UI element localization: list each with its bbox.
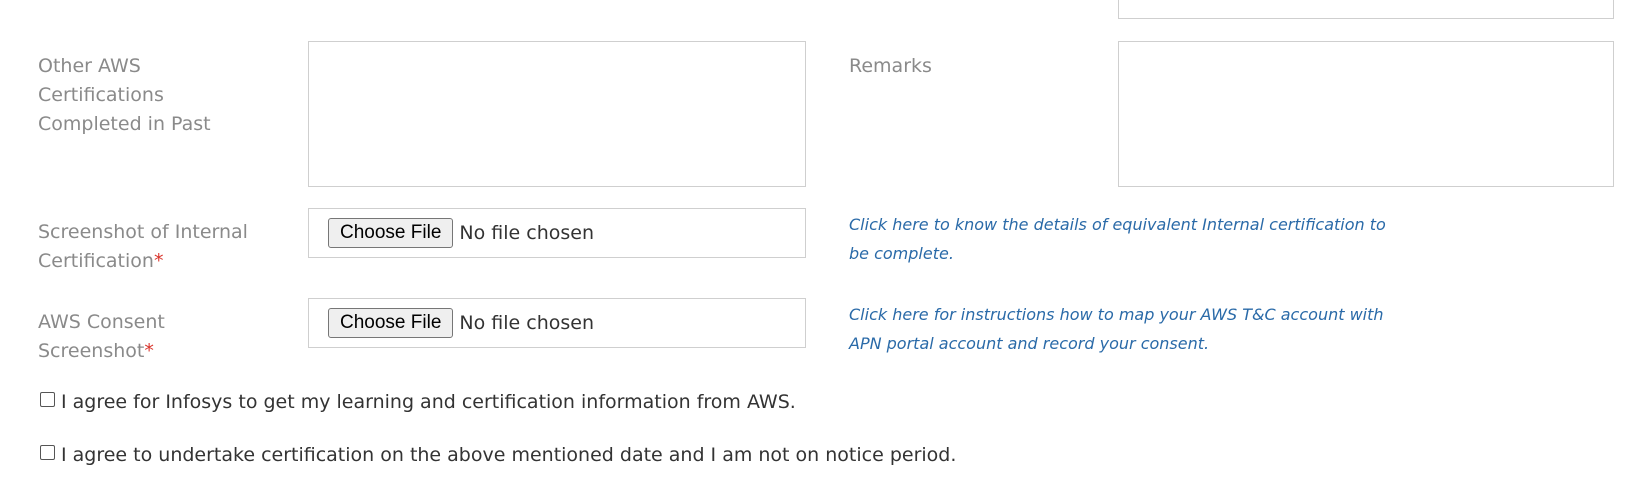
choose-file-button[interactable]: Choose File — [328, 218, 454, 248]
aws-consent-file-input[interactable]: Choose File No file chosen — [308, 298, 806, 348]
remarks-label: Remarks — [849, 55, 932, 77]
consent-instructions-link[interactable]: Click here for instructions how to map y… — [849, 300, 1389, 358]
required-marker: * — [153, 250, 164, 272]
agreement-row-notice-period[interactable]: I agree to undertake certification on th… — [40, 444, 956, 466]
internal-cert-file-input[interactable]: Choose File No file chosen — [308, 208, 806, 258]
remarks-textarea[interactable] — [1118, 41, 1614, 187]
agreement-row-aws-data[interactable]: I agree for Infosys to get my learning a… — [40, 391, 796, 413]
agree-aws-data-label: I agree for Infosys to get my learning a… — [61, 391, 796, 413]
internal-cert-details-link[interactable]: Click here to know the details of equiva… — [849, 210, 1389, 268]
internal-cert-screenshot-label-text: Screenshot of Internal Certification — [38, 221, 248, 272]
internal-cert-screenshot-label: Screenshot of Internal Certification* — [38, 218, 268, 276]
other-certs-textarea[interactable] — [308, 41, 806, 187]
aws-consent-screenshot-label: AWS Consent Screenshot* — [38, 308, 238, 366]
other-certs-label: Other AWS Certifications Completed in Pa… — [38, 55, 211, 135]
choose-file-button[interactable]: Choose File — [328, 308, 454, 338]
file-status-text: No file chosen — [459, 222, 594, 244]
partial-input-box-top[interactable] — [1118, 0, 1614, 19]
agree-notice-period-checkbox[interactable] — [40, 444, 55, 460]
file-status-text: No file chosen — [459, 312, 594, 334]
agree-aws-data-checkbox[interactable] — [40, 391, 55, 407]
required-marker: * — [144, 340, 154, 362]
agree-notice-period-label: I agree to undertake certification on th… — [61, 444, 957, 466]
